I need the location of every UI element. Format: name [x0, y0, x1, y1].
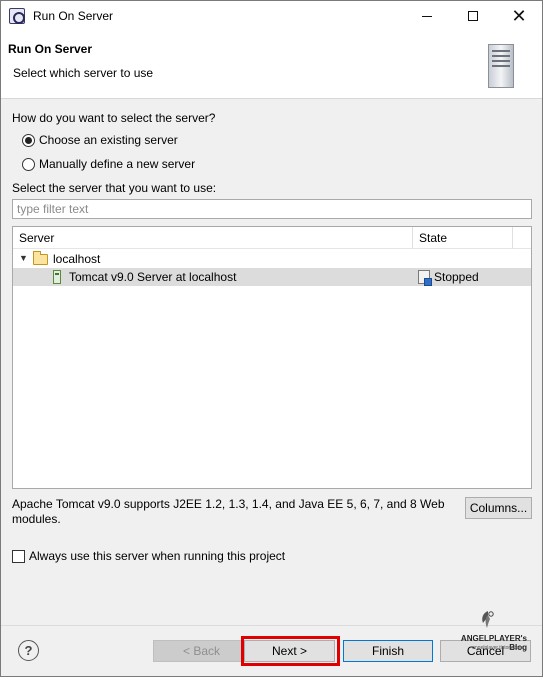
server-description: Apache Tomcat v9.0 supports J2EE 1.2, 1.… [12, 497, 445, 526]
help-icon[interactable]: ? [18, 640, 39, 661]
server-stopped-icon [418, 270, 432, 286]
tomcat-icon [53, 270, 61, 284]
close-button[interactable]: ✕ [496, 1, 542, 31]
maximize-button[interactable] [450, 1, 496, 31]
angel-wing-icon [482, 611, 494, 628]
server-tower-icon [488, 44, 514, 88]
radio-existing-server[interactable]: Choose an existing server [22, 133, 178, 147]
run-on-server-dialog: Run On Server ✕ Run On Server Select whi… [0, 0, 543, 677]
group-name: localhost [53, 252, 101, 266]
columns-button[interactable]: Columns... [465, 497, 532, 519]
always-use-label[interactable]: Always use this server when running this… [29, 549, 285, 563]
radio-unchecked-icon[interactable] [22, 157, 35, 171]
server-name: Tomcat v9.0 Server at localhost [69, 270, 237, 284]
banner-description: Select which server to use [13, 66, 154, 80]
watermark-url: angelplayer.tistory.com [472, 645, 523, 651]
radio-checked-icon[interactable] [22, 133, 35, 147]
close-icon: ✕ [511, 6, 527, 26]
column-header-server[interactable]: Server [19, 231, 54, 245]
server-table[interactable]: Server State ▼ localhost Tomcat v9.0 Ser… [12, 226, 532, 489]
column-divider[interactable] [412, 227, 413, 249]
filter-input[interactable] [12, 199, 532, 219]
tree-row-localhost[interactable]: ▼ localhost [13, 250, 531, 268]
radio-existing-label[interactable]: Choose an existing server [39, 133, 178, 147]
banner-title: Run On Server [8, 42, 93, 56]
wizard-banner: Run On Server Select which server to use [1, 31, 542, 99]
eclipse-gear-icon [9, 8, 25, 24]
highlight-box [241, 636, 340, 666]
always-use-checkbox-row[interactable]: Always use this server when running this… [12, 549, 285, 563]
radio-new-server[interactable]: Manually define a new server [22, 157, 195, 171]
radio-new-label[interactable]: Manually define a new server [39, 157, 195, 171]
maximize-icon [468, 11, 478, 21]
selection-question: How do you want to select the server? [12, 111, 216, 125]
chevron-down-icon[interactable]: ▼ [19, 253, 28, 263]
minimize-icon [422, 15, 432, 17]
column-header-state[interactable]: State [419, 231, 447, 245]
tree-row-tomcat[interactable]: Tomcat v9.0 Server at localhost Stopped [13, 268, 531, 286]
folder-icon [33, 251, 48, 265]
column-divider[interactable] [512, 227, 513, 249]
server-prompt: Select the server that you want to use: [12, 181, 217, 195]
finish-button[interactable]: Finish [343, 640, 433, 662]
table-header: Server State [13, 227, 531, 249]
server-state: Stopped [434, 270, 479, 284]
back-button: < Back [153, 640, 250, 662]
always-use-checkbox[interactable] [12, 549, 25, 563]
watermark: ANGELPLAYER's Blog angelplayer.tistory.c… [449, 607, 541, 665]
title-bar: Run On Server ✕ [1, 1, 542, 31]
minimize-button[interactable] [404, 1, 450, 31]
window-title: Run On Server [33, 9, 114, 23]
